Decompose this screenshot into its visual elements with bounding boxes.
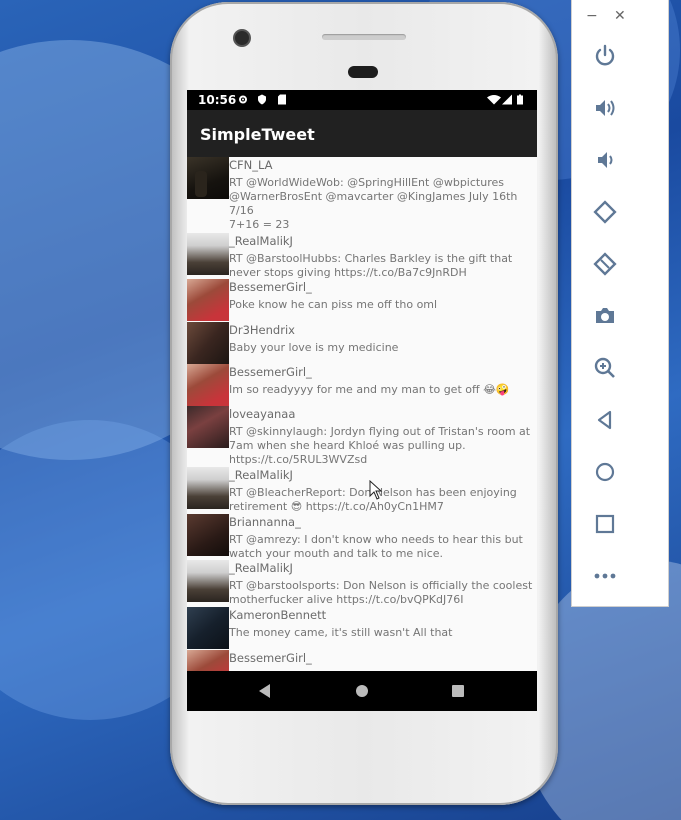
tweet-username[interactable]: loveayanaa: [229, 407, 295, 421]
tweet-item[interactable]: _RealMalikJ RT @barstoolsports: Don Nels…: [187, 560, 537, 607]
avatar[interactable]: [187, 322, 229, 364]
avatar[interactable]: [187, 467, 229, 509]
tweet-item[interactable]: CFN_LA RT @WorldWideWob: @SpringHillEnt …: [187, 157, 537, 233]
more-icon: [594, 573, 616, 579]
status-bar: 10:56: [187, 90, 537, 110]
tweet-item[interactable]: KameronBennett The money came, it's stil…: [187, 607, 537, 650]
avatar[interactable]: [187, 233, 229, 275]
tweet-username[interactable]: Dr3Hendrix: [229, 323, 295, 337]
tweet-body: The money came, it's still wasn't All th…: [229, 626, 453, 639]
tweet-username[interactable]: BessemerGirl_: [229, 365, 312, 379]
tweet-username[interactable]: Briannanna_: [229, 515, 301, 529]
tweet-item[interactable]: Briannanna_ RT @amrezy: I don't know who…: [187, 514, 537, 560]
avatar[interactable]: [187, 279, 229, 321]
rotate-right-icon: [593, 252, 617, 276]
proximity-sensor: [348, 66, 378, 78]
tweet-username[interactable]: _RealMalikJ: [229, 468, 293, 482]
tweet-body: RT @skinnylaugh: Jordyn flying out of Tr…: [229, 425, 531, 466]
tweet-username[interactable]: KameronBennett: [229, 608, 326, 622]
avatar[interactable]: [187, 514, 229, 556]
sd-card-icon: [278, 94, 286, 105]
tweet-username[interactable]: BessemerGirl_: [229, 280, 312, 294]
emulator-toolbar: − ✕: [571, 0, 669, 607]
overview-button[interactable]: [587, 506, 623, 542]
tweet-item[interactable]: Dr3Hendrix Baby your love is my medicine: [187, 322, 537, 364]
app-bar: SimpleTweet: [187, 110, 537, 157]
app-title: SimpleTweet: [200, 125, 315, 144]
tweet-body: RT @WorldWideWob: @SpringHillEnt @wbpict…: [229, 176, 518, 231]
camera-icon: [596, 308, 614, 323]
rotate-right-button[interactable]: [587, 246, 623, 282]
tweet-username[interactable]: BessemerGirl_: [229, 651, 312, 665]
tweet-username[interactable]: _RealMalikJ: [229, 234, 293, 248]
wifi-icon: [487, 95, 501, 105]
back-icon[interactable]: [259, 684, 270, 698]
phone-screen: 10:56 SimpleTweet CFN_LA RT @WorldWideWo…: [187, 90, 537, 711]
tweet-username[interactable]: _RealMalikJ: [229, 561, 293, 575]
tweet-timeline[interactable]: CFN_LA RT @WorldWideWob: @SpringHillEnt …: [187, 157, 537, 671]
avatar[interactable]: [187, 560, 229, 602]
power-icon: [595, 44, 615, 66]
volume-up-button[interactable]: [587, 90, 623, 126]
avatar[interactable]: [187, 364, 229, 406]
overview-icon: [595, 514, 615, 534]
overview-icon[interactable]: [452, 685, 464, 697]
tweet-body: Im so readyyyy for me and my man to get …: [229, 383, 510, 396]
volume-down-button[interactable]: [587, 142, 623, 178]
home-icon: [595, 462, 615, 482]
mouse-cursor-icon: [369, 480, 383, 500]
tweet-item[interactable]: loveayanaa RT @skinnylaugh: Jordyn flyin…: [187, 406, 537, 467]
volume-down-icon: [598, 152, 613, 168]
earpiece-speaker: [322, 34, 406, 40]
front-camera: [235, 31, 249, 45]
battery-icon: [517, 94, 523, 105]
status-time: 10:56: [198, 93, 237, 107]
back-button[interactable]: [587, 402, 623, 438]
tweet-body: RT @amrezy: I don't know who needs to he…: [229, 533, 523, 560]
tweet-item[interactable]: BessemerGirl_ Im so readyyyy for me and …: [187, 364, 537, 406]
back-icon: [597, 410, 612, 430]
avatar[interactable]: [187, 157, 229, 199]
settings-icon: [239, 95, 247, 104]
volume-up-icon: [596, 100, 615, 116]
android-nav-bar: [187, 671, 537, 711]
close-button[interactable]: ✕: [614, 8, 626, 24]
tweet-item[interactable]: _RealMalikJ RT @BarstoolHubbs: Charles B…: [187, 233, 537, 279]
tweet-item[interactable]: BessemerGirl_ Poke know he can piss me o…: [187, 279, 537, 322]
more-button[interactable]: [587, 558, 623, 594]
zoom-icon: [594, 357, 615, 378]
tweet-body: RT @barstoolsports: Don Nelson is offici…: [229, 579, 533, 606]
cell-signal-icon: [502, 94, 512, 105]
avatar[interactable]: [187, 607, 229, 649]
tweet-body: Poke know he can piss me off tho oml: [229, 298, 438, 311]
tweet-body: RT @BarstoolHubbs: Charles Barkley is th…: [229, 252, 513, 279]
power-button[interactable]: [587, 38, 623, 74]
tweet-item[interactable]: _RealMalikJ RT @BleacherReport: Don Nels…: [187, 467, 537, 514]
rotate-left-icon: [593, 200, 617, 224]
home-icon[interactable]: [356, 685, 368, 697]
tweet-username[interactable]: CFN_LA: [229, 158, 273, 172]
tweet-item[interactable]: BessemerGirl_: [187, 650, 537, 671]
shield-icon: [258, 94, 266, 105]
minimize-button[interactable]: −: [586, 8, 598, 24]
avatar[interactable]: [187, 650, 229, 671]
zoom-button[interactable]: [587, 350, 623, 386]
home-button[interactable]: [587, 454, 623, 490]
tweet-body: Baby your love is my medicine: [229, 341, 399, 354]
avatar[interactable]: [187, 406, 229, 448]
screenshot-button[interactable]: [587, 298, 623, 334]
rotate-left-button[interactable]: [587, 194, 623, 230]
